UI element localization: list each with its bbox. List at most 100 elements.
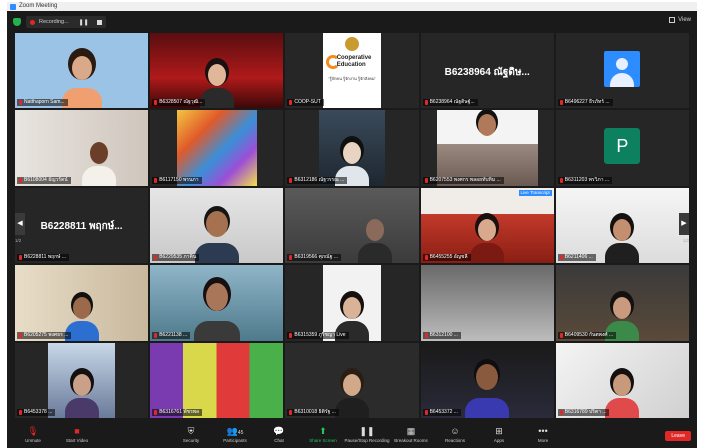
more-label: More — [537, 438, 549, 443]
participant-name: B6108004 ธัญวรัตน์ — [17, 176, 71, 184]
unmute-label: Unmute — [25, 438, 41, 443]
record-button[interactable]: ❚❚ Pause/Stop Recording — [344, 425, 390, 443]
empty-room-background — [420, 265, 554, 341]
chat-button[interactable]: 💬 Chat — [257, 425, 301, 443]
participant-name: B6310018 ธิติรัฐ ... — [287, 409, 339, 416]
participant-tile[interactable]: Cooperative Education "รู้จักคน รู้จักงา… — [285, 33, 419, 109]
breakout-rooms-button[interactable]: ▦ Breakout Rooms — [389, 425, 433, 443]
meeting-top-bar: Recording... ❚❚ View — [7, 11, 697, 33]
participant-name: B6319566 ศุภณัฐ ... — [287, 254, 342, 262]
coop-logo-motto: "รู้จักคน รู้จักงาน รู้จักสังคม" — [328, 76, 376, 81]
participant-video — [334, 368, 369, 418]
participants-label: Participants — [223, 438, 247, 443]
participant-tile[interactable]: B6496227 ธีรภัทร์ ... — [555, 33, 689, 109]
start-video-button[interactable]: ■ Start Video — [55, 425, 99, 443]
page-indicator-right: 1/2 — [682, 238, 689, 243]
participant-tile[interactable]: B6207553 พงศกร พลอยทับทิม ... — [420, 110, 554, 186]
participant-video — [465, 358, 510, 418]
page-indicator-left: 1/2 — [15, 238, 22, 243]
participant-tile[interactable]: B6316761 พัชรพล — [150, 342, 284, 418]
security-label: Security — [182, 438, 200, 443]
participant-tile[interactable]: B6211406 ... — [555, 187, 689, 264]
participant-tile[interactable]: B6205275 พงศธร ... — [15, 265, 149, 341]
more-ellipsis-icon: ••• — [538, 426, 548, 436]
participant-tile[interactable]: B6108004 ธัญวรัตน์ — [15, 110, 149, 186]
participant-tile[interactable]: B6238964 ณัฐดิษ... B6238964 ณัฐดิษฐ์... — [420, 33, 554, 109]
participant-name: B6228811 พฤกษ์ ... — [17, 254, 70, 262]
pause-recording-icon[interactable]: ❚❚ — [79, 19, 89, 26]
participant-name: Natthaporn Sam... — [17, 99, 68, 107]
more-button[interactable]: ••• More — [521, 425, 565, 443]
share-screen-icon: ⬆ — [319, 426, 327, 436]
participant-initial-avatar: P — [604, 128, 641, 165]
participant-tile[interactable]: B6328507 ณัฐวุฒิ... — [150, 33, 284, 109]
participant-name: B6311203 พรวิภา ... — [557, 176, 613, 184]
participant-tile[interactable]: B6453378 ... — [15, 342, 149, 418]
participant-tile[interactable]: B6315359 ภูริชญา Live — [285, 265, 419, 341]
reactions-label: Reactions — [444, 438, 465, 443]
share-screen-button[interactable]: ⬆ Share Screen — [301, 425, 345, 443]
recording-indicator[interactable]: Recording... ❚❚ — [26, 16, 106, 28]
participant-name: B6316789 ปริตา ... — [557, 409, 610, 416]
breakout-rooms-icon: ▦ — [406, 426, 416, 436]
meeting-toolbar: 🎙 Unmute ■ Start Video ⛨ Security 👥45 Pa… — [7, 421, 697, 448]
participant-name: B6238964 ณัฐดิษฐ์... — [422, 99, 478, 107]
recording-label: Recording... — [39, 19, 69, 25]
coop-education-logo: Cooperative Education "รู้จักคน รู้จักงา… — [322, 33, 382, 109]
participant-tile[interactable]: B6312186 ณัฐวรรณ ... — [285, 110, 419, 186]
participant-video — [470, 213, 505, 264]
participant-name: B6207553 พงศกร พลอยทับทิม ... — [422, 176, 504, 184]
participant-tile[interactable]: B6229535 ภาคิน — [150, 187, 284, 264]
next-page-arrow-icon[interactable]: ▶ — [679, 213, 689, 235]
teletubbies-background — [150, 342, 284, 418]
participant-tile[interactable]: Natthaporn Sam... — [15, 33, 149, 109]
default-avatar-icon — [604, 50, 641, 87]
participant-tile[interactable]: Live Transcript B6455255 อัญชลี — [420, 187, 554, 264]
encryption-shield-icon[interactable] — [13, 18, 21, 26]
participant-name: B6453372 ... — [422, 409, 461, 416]
recording-dot-icon — [30, 19, 35, 25]
participant-tile[interactable]: P B6311203 พรวิภา ... — [555, 110, 689, 186]
participant-tile[interactable]: B6453372 ... — [420, 342, 554, 418]
participant-tile[interactable]: B6319566 ศุภณัฐ ... — [285, 187, 419, 264]
participant-video — [357, 213, 392, 264]
coop-logo-title: Cooperative Education — [336, 55, 372, 68]
participant-name: B6315359 ภูริชญา Live — [287, 331, 349, 339]
participant-tile[interactable]: B6117150 พรนภา — [150, 110, 284, 186]
live-transcript-badge[interactable]: Live Transcript — [518, 189, 552, 196]
view-button[interactable]: View — [669, 17, 691, 23]
participants-button[interactable]: 👥45 Participants — [213, 425, 257, 443]
participant-name: B6409530 กันตพงศ์ ... — [557, 331, 617, 339]
previous-page-arrow-icon[interactable]: ◀ — [15, 213, 25, 235]
apps-icon: ⊞ — [495, 426, 503, 436]
participant-name: B6221138 ... — [152, 331, 191, 339]
zoom-app-icon — [10, 3, 16, 10]
participant-name: B6316761 พัชรพล — [152, 409, 203, 416]
record-label: Pause/Stop Recording — [344, 438, 390, 443]
unmute-button[interactable]: 🎙 Unmute — [11, 425, 55, 443]
participant-display-name: B6238964 ณัฐดิษ... — [444, 66, 530, 78]
participant-video — [61, 50, 102, 109]
participant-tile[interactable]: B6221138 ... — [150, 265, 284, 341]
stop-recording-icon[interactable] — [96, 19, 102, 25]
title-bar: Zoom Meeting — [7, 2, 697, 11]
muted-microphone-icon: 🎙 — [27, 426, 39, 436]
participant-tile[interactable]: B6310018 ธิติรัฐ ... — [285, 342, 419, 418]
participant-tile[interactable]: B6312100 ... — [420, 265, 554, 341]
start-video-label: Start Video — [65, 438, 89, 443]
reactions-button[interactable]: ☺ Reactions — [433, 425, 477, 443]
security-button[interactable]: ⛨ Security — [169, 425, 213, 443]
participant-tile[interactable]: B6409530 กันตพงศ์ ... — [555, 265, 689, 341]
participant-video — [64, 368, 99, 418]
participant-tile[interactable]: B6316789 ปริตา ... — [555, 342, 689, 418]
leave-meeting-button[interactable]: Leave — [665, 431, 691, 441]
window-title: Zoom Meeting — [19, 3, 58, 9]
participant-name: B6211406 ... — [557, 254, 596, 262]
painting-background — [176, 110, 257, 186]
grid-view-icon — [669, 17, 676, 23]
apps-button[interactable]: ⊞ Apps — [477, 425, 521, 443]
participant-tile[interactable]: B6228811 พฤกษ์... B6228811 พฤกษ์ ... — [15, 187, 149, 264]
participant-name: B6312100 ... — [422, 331, 461, 339]
participant-name: B6229535 ภาคิน — [152, 254, 200, 262]
participant-name: COOP-SUT — [287, 99, 324, 107]
